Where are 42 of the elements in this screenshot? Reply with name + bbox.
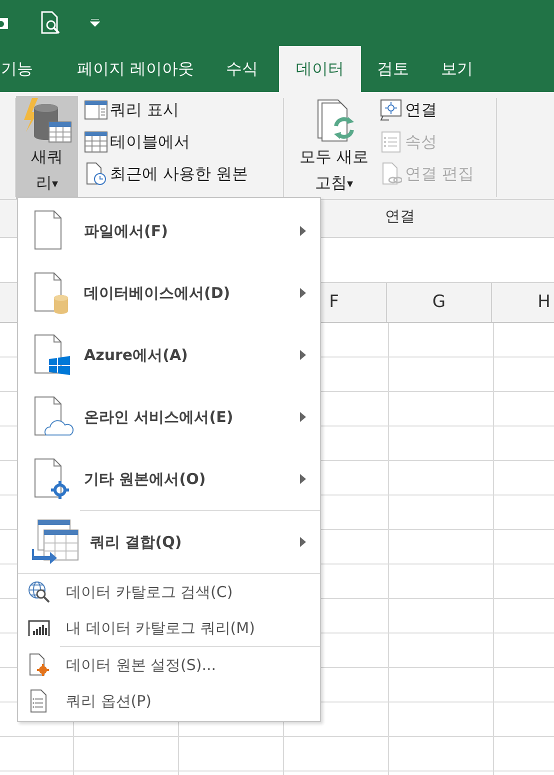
menu-item[interactable]: 온라인 서비스에서(E) — [18, 386, 320, 448]
menu-item[interactable]: 데이터 카탈로그 검색(C) — [18, 574, 320, 610]
submenu-arrow-icon — [300, 412, 306, 422]
print-preview-icon[interactable] — [40, 11, 62, 35]
refresh-all-button[interactable]: 모두 새로 고침▾ — [288, 96, 380, 199]
ribbon-tab[interactable]: 보기 — [425, 46, 490, 92]
connection-icon — [380, 99, 402, 121]
file-gear-icon — [27, 653, 51, 677]
table-icon — [84, 131, 108, 153]
new-query-button[interactable]: 새쿼리▾ — [16, 96, 78, 199]
menu-item[interactable]: 내 데이터 카탈로그 쿼리(M) — [18, 610, 320, 646]
ribbon-tab[interactable]: 페이지 레이아웃 — [61, 46, 210, 92]
submenu-arrow-icon — [300, 226, 306, 236]
menu-item[interactable]: 데이터 원본 설정(S)... — [18, 647, 320, 683]
database-lightning-icon — [22, 98, 72, 144]
submenu-arrow-icon — [300, 474, 306, 484]
menu-item[interactable]: 쿼리 옵션(P) — [18, 683, 320, 719]
globe-search-icon — [27, 580, 51, 604]
properties-icon — [380, 131, 402, 153]
window-icon — [84, 100, 108, 120]
submenu-arrow-icon — [300, 288, 306, 298]
bar-chart-icon — [27, 618, 51, 638]
submenu-arrow-icon — [300, 537, 306, 547]
ribbon-tab[interactable]: 데이터 — [279, 46, 362, 92]
group-label: 연결 — [385, 207, 415, 225]
ribbon-tab[interactable]: 수식 — [210, 46, 274, 92]
column-header[interactable]: H — [491, 283, 554, 322]
file-link-icon — [380, 162, 402, 186]
ribbon-tab[interactable]: 기능 — [0, 46, 61, 92]
ribbon-tab[interactable]: 검토 — [361, 46, 426, 92]
submenu-arrow-icon — [300, 350, 306, 360]
column-header[interactable]: G — [386, 283, 491, 322]
menu-item[interactable]: 쿼리 결합(Q) — [18, 511, 320, 573]
menu-item[interactable]: 기타 원본에서(O) — [18, 448, 320, 510]
ribbon-command[interactable]: 최근에 사용한 원본 — [84, 161, 283, 187]
menu-item[interactable]: 파일에서(F) — [18, 200, 320, 262]
file-clock-icon — [84, 162, 108, 186]
ribbon-command[interactable]: 쿼리 표시 — [84, 97, 283, 123]
menu-item[interactable]: Azure에서(A) — [18, 324, 320, 386]
customize-caret-icon[interactable] — [90, 19, 100, 27]
ribbon-command[interactable]: 연결 — [380, 97, 496, 123]
ribbon-command[interactable]: 테이블에서 — [84, 129, 283, 155]
